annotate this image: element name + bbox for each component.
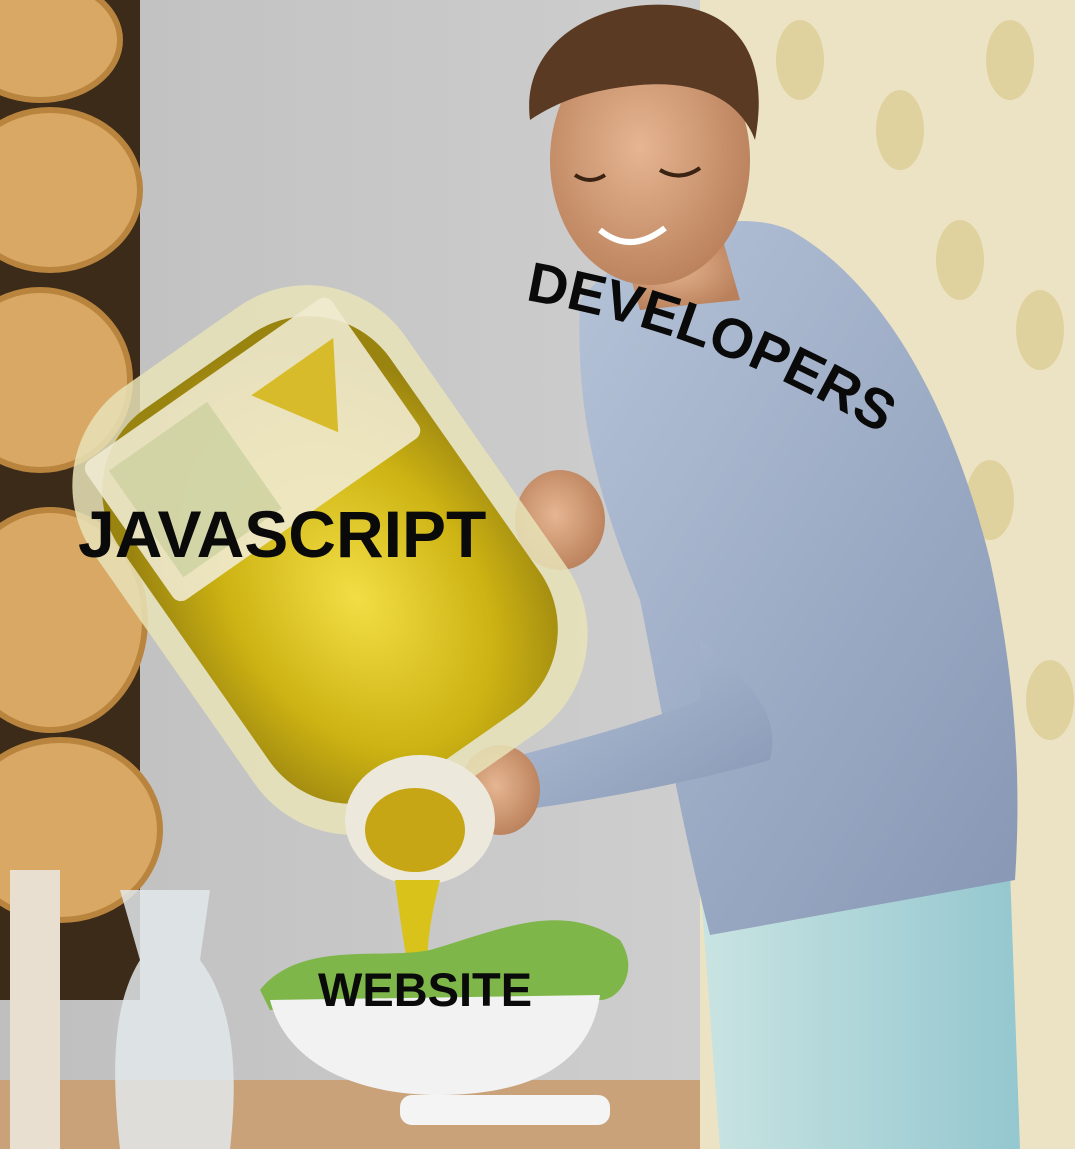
meme-image: DEVELOPERS JAVASCRIPT WEBSITE xyxy=(0,0,1075,1149)
plate xyxy=(400,1095,610,1125)
jug-spout-opening xyxy=(365,788,465,872)
scene-illustration xyxy=(0,0,1075,1149)
website-label: WEBSITE xyxy=(318,963,533,1016)
javascript-label: JAVASCRIPT xyxy=(78,497,487,571)
candle-holder xyxy=(10,870,60,1149)
